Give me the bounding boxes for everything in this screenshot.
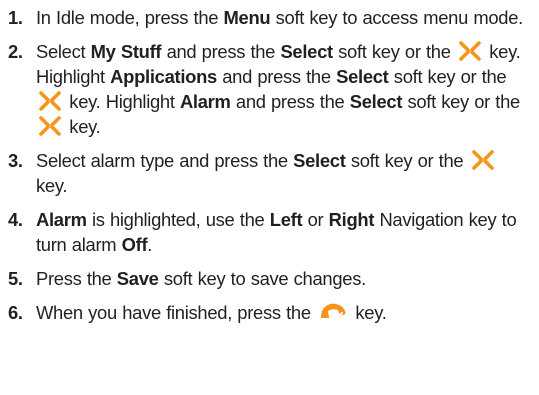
step-text: . [147,234,153,255]
select-key-label: Select [349,91,403,112]
step-text: key. [36,175,68,196]
alarm-label: Alarm [179,91,231,112]
step-text: soft key to save changes. [158,268,366,289]
select-key-label: Select [280,41,333,62]
end-call-key-icon [318,300,348,322]
instruction-steps: 1. In Idle mode, press the Menu soft key… [6,5,533,325]
step-number: 2. [8,41,23,62]
step-text: and press the [216,66,337,87]
step-text: and press the [161,41,281,62]
step-6: 6. When you have finished, press the key… [6,300,533,325]
step-text: Press the [36,268,117,289]
my-stuff-label: My Stuff [90,41,162,62]
step-text: Select alarm type and press the [36,150,294,171]
applications-label: Applications [110,66,217,87]
step-number: 5. [8,268,23,289]
step-number: 6. [8,302,23,323]
step-text: In Idle mode, press the [36,7,224,28]
step-text: When you have finished, press the [36,302,317,323]
step-3: 3. Select alarm type and press the Selec… [6,148,533,198]
navigation-select-key-icon [471,150,495,170]
step-text: soft key or the [332,41,456,62]
save-key-label: Save [116,268,159,289]
step-2: 2. Select My Stuff and press the Select … [6,39,533,139]
left-key-label: Left [269,209,303,230]
step-4: 4. Alarm is highlighted, use the Left or… [6,207,533,257]
navigation-select-key-icon [38,116,62,136]
step-text: is highlighted, use the [86,209,270,230]
step-text: soft key or the [388,66,507,87]
step-text: soft key to access menu mode. [270,7,524,28]
step-1: 1. In Idle mode, press the Menu soft key… [6,5,533,30]
step-number: 4. [8,209,23,230]
step-text: or [302,209,329,230]
step-text: Select [36,41,91,62]
step-text: and press the [230,91,350,112]
right-key-label: Right [328,209,375,230]
step-5: 5. Press the Save soft key to save chang… [6,266,533,291]
step-text: key. [350,302,387,323]
navigation-select-key-icon [458,41,482,61]
step-text: soft key or the [345,150,469,171]
step-number: 3. [8,150,23,171]
step-text: key. Highlight [64,91,180,112]
alarm-label: Alarm [36,209,87,230]
step-number: 1. [8,7,23,28]
menu-key-label: Menu [223,7,271,28]
select-key-label: Select [336,66,389,87]
off-label: Off [121,234,148,255]
select-key-label: Select [293,150,346,171]
step-text: key. [64,116,101,137]
navigation-select-key-icon [38,91,62,111]
instructions-page: 1. In Idle mode, press the Menu soft key… [0,0,539,395]
step-text: soft key or the [402,91,520,112]
